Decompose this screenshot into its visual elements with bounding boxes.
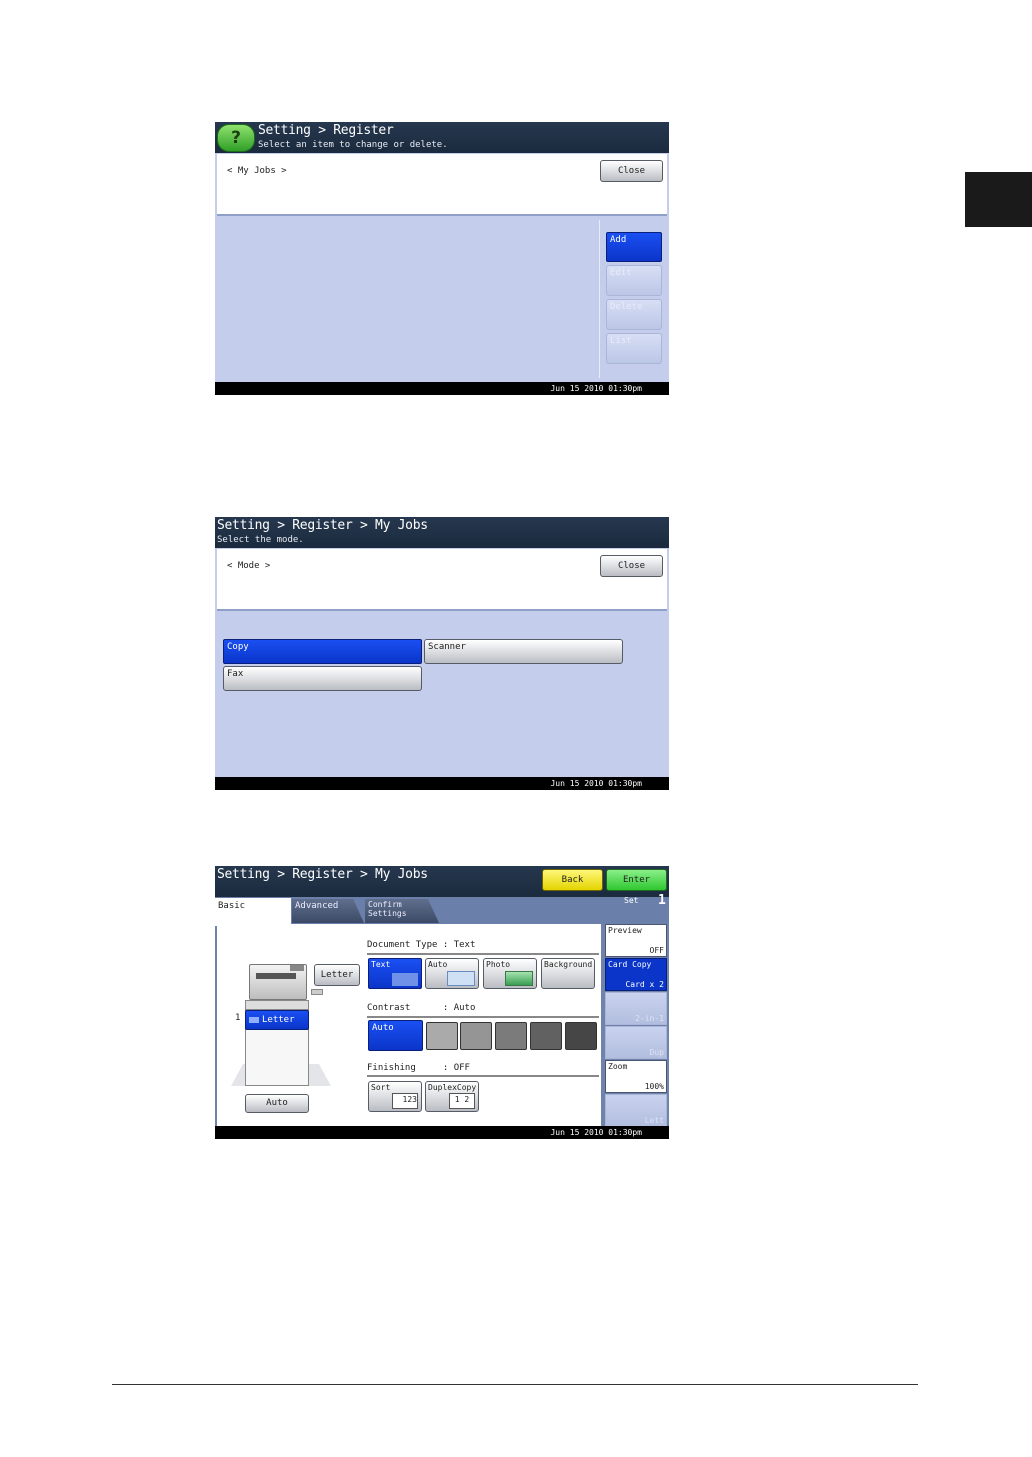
enter-button[interactable]: Enter: [606, 869, 667, 891]
doctype-photo-button[interactable]: Photo: [483, 958, 537, 989]
option-label: Auto: [428, 960, 448, 969]
panel-label: < My Jobs >: [227, 166, 287, 176]
divider: [367, 1016, 599, 1018]
status-time: Jun 15 2010 01:30pm: [215, 777, 669, 790]
bypass-tray: [311, 989, 323, 995]
tab-basic[interactable]: Basic: [215, 898, 291, 926]
contrast-auto-button[interactable]: Auto: [368, 1020, 423, 1051]
footer-rule: [112, 1384, 918, 1385]
chapter-tab: [965, 172, 1032, 227]
tray-number: 1: [235, 1013, 241, 1023]
header: Setting > Register > My Jobs Select the …: [215, 517, 669, 548]
two-in-one-button[interactable]: 2-in-1: [605, 992, 667, 1025]
copy-settings-screen: Setting > Register > My Jobs Back Enter …: [215, 866, 669, 1139]
copier-tray-area: [245, 1000, 309, 1010]
tab-advanced[interactable]: Advanced: [292, 899, 364, 923]
header: ? Setting > Register Select an item to c…: [215, 122, 669, 153]
page-subtitle: Select the mode.: [217, 535, 304, 545]
doctype-auto-button[interactable]: Auto: [425, 958, 479, 989]
mode-screen: Setting > Register > My Jobs Select the …: [215, 517, 669, 790]
divider: [367, 953, 599, 955]
contrast-title: Contrast : Auto: [367, 1003, 476, 1013]
doctype-text-button[interactable]: Text: [368, 958, 422, 989]
panel-label: < Mode >: [227, 561, 271, 571]
help-icon[interactable]: ?: [217, 124, 255, 152]
document-type-title: Document Type : Text: [367, 940, 476, 950]
status-time: Jun 15 2010 01:30pm: [215, 1126, 669, 1139]
paper-value: Lett: [644, 1116, 664, 1125]
delete-button[interactable]: Delete: [606, 299, 662, 330]
zoom-button[interactable]: Zoom 100%: [605, 1060, 667, 1093]
page-title: Setting > Register: [258, 123, 394, 138]
preview-value: OFF: [649, 946, 664, 955]
status-time: Jun 15 2010 01:30pm: [215, 382, 669, 395]
edit-button[interactable]: Edit: [606, 265, 662, 296]
divider: [599, 220, 600, 378]
duplex-button[interactable]: Dup: [605, 1026, 667, 1059]
card-copy-value: Card x 2: [625, 980, 664, 989]
photo-doc-icon: [505, 971, 533, 986]
mode-scanner-button[interactable]: Scanner: [424, 639, 623, 664]
sort-button[interactable]: Sort 123: [368, 1081, 422, 1112]
option-label: Text: [371, 960, 391, 969]
page-title: Setting > Register > My Jobs: [217, 518, 428, 533]
set-count: 1: [658, 893, 666, 908]
paper-size-button[interactable]: Letter: [314, 964, 360, 986]
page-title: Setting > Register > My Jobs: [217, 867, 428, 882]
set-label: Set: [624, 896, 639, 905]
list-button[interactable]: List: [606, 333, 662, 364]
basic-panel: Letter 1 Letter Auto Document Type : Tex…: [217, 924, 601, 1126]
contrast-level-2[interactable]: [460, 1022, 492, 1050]
page-subtitle: Select an item to change or delete.: [258, 140, 448, 150]
paper-button[interactable]: Lett: [605, 1094, 667, 1127]
sort-icon: 123: [392, 1093, 418, 1109]
mode-fax-button[interactable]: Fax: [223, 666, 422, 691]
duplex-value: Dup: [649, 1048, 664, 1057]
text-doc-icon: [392, 973, 418, 986]
doctype-background-button[interactable]: Background: [541, 958, 595, 989]
preview-button[interactable]: Preview OFF: [605, 924, 667, 957]
tab-confirm-settings[interactable]: Confirm Settings: [365, 899, 439, 923]
card-copy-label: Card Copy: [608, 960, 652, 969]
paper-icon: [249, 1016, 259, 1023]
card-copy-button[interactable]: Card Copy Card x 2: [605, 958, 667, 991]
tray-label: Letter: [262, 1015, 295, 1025]
preview-label: Preview: [608, 926, 642, 935]
tray-1-button[interactable]: Letter: [245, 1010, 309, 1030]
option-label: DuplexCopy: [428, 1083, 477, 1092]
back-button[interactable]: Back: [542, 869, 603, 891]
contrast-level-1[interactable]: [426, 1022, 458, 1050]
add-button[interactable]: Add: [606, 232, 662, 262]
auto-doc-icon: [447, 971, 475, 986]
option-label: Photo: [486, 960, 511, 969]
divider: [367, 1075, 599, 1077]
close-button[interactable]: Close: [600, 160, 663, 182]
contrast-level-3[interactable]: [495, 1022, 527, 1050]
register-screen: ? Setting > Register Select an item to c…: [215, 122, 669, 395]
finishing-title: Finishing : OFF: [367, 1063, 470, 1073]
auto-paper-button[interactable]: Auto: [245, 1094, 309, 1113]
contrast-level-4[interactable]: [530, 1022, 562, 1050]
mode-copy-button[interactable]: Copy: [223, 639, 422, 664]
contrast-level-5[interactable]: [565, 1022, 597, 1050]
zoom-value: 100%: [644, 1082, 664, 1091]
duplex-copy-button[interactable]: DuplexCopy 1 2: [425, 1081, 479, 1112]
close-button[interactable]: Close: [600, 555, 663, 577]
zoom-label: Zoom: [608, 1062, 628, 1071]
option-label: Sort: [371, 1083, 391, 1092]
duplex-icon: 1 2: [449, 1093, 475, 1109]
copier-icon: [249, 964, 307, 1000]
two-in-one-value: 2-in-1: [635, 1014, 664, 1023]
